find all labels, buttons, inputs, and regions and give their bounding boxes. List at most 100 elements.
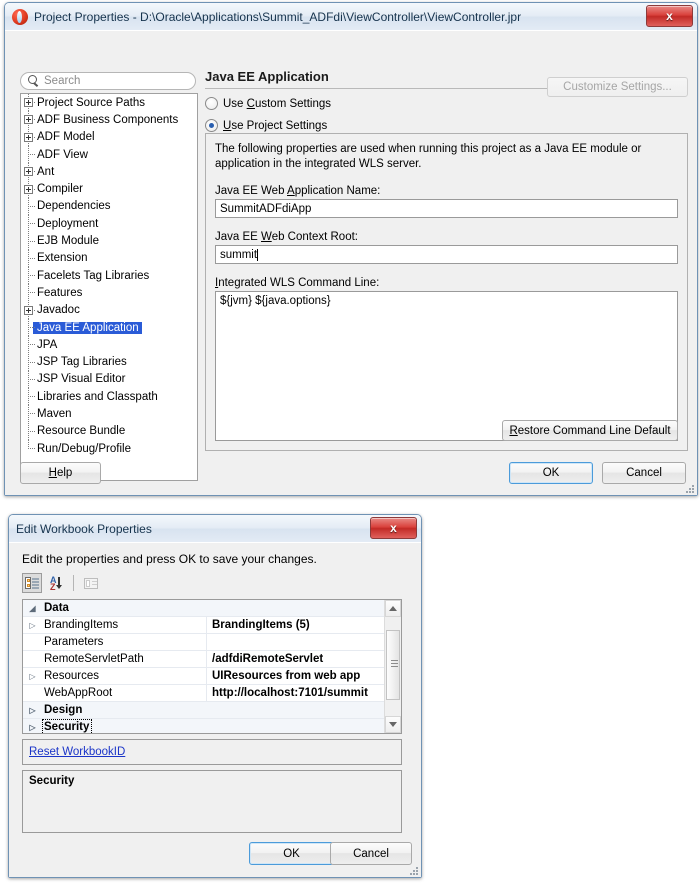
workbook-title: Edit Workbook Properties: [16, 521, 152, 536]
sidebar-item-jsp-visual-editor[interactable]: JSP Visual Editor: [21, 370, 197, 388]
expand-triangle-icon[interactable]: ▷: [23, 706, 42, 715]
sidebar-item-run-debug-profile[interactable]: Run/Debug/Profile: [21, 440, 197, 457]
sidebar-item-label: Dependencies: [37, 200, 111, 213]
reset-workbookid-bar: Reset WorkbookID: [22, 739, 402, 765]
sidebar-item-label: Libraries and Classpath: [37, 390, 158, 403]
sidebar-item-resource-bundle[interactable]: Resource Bundle: [21, 422, 197, 440]
workbook-ok-button[interactable]: OK: [249, 842, 334, 865]
property-value[interactable]: /adfdiRemoteServlet: [207, 653, 323, 665]
scroll-up-icon[interactable]: [385, 600, 401, 617]
property-grid-scrollbar[interactable]: [384, 600, 401, 733]
radio-custom-label: Use Custom Settings: [223, 97, 332, 110]
project-properties-titlebar: Project Properties - D:\Oracle\Applicati…: [5, 3, 697, 30]
workbook-titlebar: Edit Workbook Properties x: [9, 515, 421, 542]
property-row[interactable]: ▷ BrandingItems BrandingItems (5): [23, 617, 401, 634]
command-line-textarea[interactable]: ${jvm} ${java.options}: [215, 291, 678, 441]
expand-triangle-icon[interactable]: ▷: [23, 621, 42, 630]
restore-command-line-default-button[interactable]: Restore Command Line Default: [502, 420, 678, 441]
group-description: The following properties are used when r…: [215, 143, 642, 170]
sidebar-item-label: Ant: [37, 165, 55, 178]
expand-plus-icon[interactable]: [24, 132, 33, 142]
sidebar-item-java-ee-application[interactable]: Java EE Application: [21, 319, 197, 336]
property-value[interactable]: BrandingItems (5): [207, 619, 310, 631]
project-properties-dialog: Project Properties - D:\Oracle\Applicati…: [4, 2, 698, 496]
search-input[interactable]: Search: [20, 72, 196, 90]
expand-triangle-icon[interactable]: ▷: [23, 723, 42, 732]
tree-connector: [24, 267, 35, 285]
reset-workbookid-link[interactable]: Reset WorkbookID: [29, 746, 125, 758]
sidebar-item-jpa[interactable]: JPA: [21, 336, 197, 354]
property-name: Security: [42, 719, 93, 733]
sidebar-item-maven[interactable]: Maven: [21, 405, 197, 423]
customize-settings-button[interactable]: Customize Settings...: [547, 77, 688, 97]
sidebar-item-facelets-tag-libraries[interactable]: Facelets Tag Libraries: [21, 267, 197, 285]
expand-plus-icon[interactable]: [24, 115, 33, 125]
sidebar-item-features[interactable]: Features: [21, 284, 197, 302]
expand-plus-icon[interactable]: [24, 305, 33, 315]
workbook-cancel-button[interactable]: Cancel: [330, 842, 412, 865]
sidebar-item-libraries-and-classpath[interactable]: Libraries and Classpath: [21, 388, 197, 406]
sidebar-item-dependencies[interactable]: Dependencies: [21, 197, 197, 215]
property-name: WebAppRoot: [42, 685, 207, 701]
cancel-button[interactable]: Cancel: [602, 462, 686, 484]
sidebar-item-label: JSP Visual Editor: [37, 373, 126, 386]
resize-grip[interactable]: [683, 482, 694, 493]
sidebar-item-label: Features: [37, 286, 83, 299]
expand-triangle-icon[interactable]: ◢: [23, 604, 42, 613]
ok-button[interactable]: OK: [509, 462, 593, 484]
workbook-ok-label: OK: [283, 847, 300, 860]
property-row[interactable]: Parameters: [23, 634, 401, 651]
property-grid[interactable]: ◢ Data ▷ BrandingItems BrandingItems (5) Para…: [22, 599, 402, 734]
property-row[interactable]: ▷ Design: [23, 702, 401, 719]
radio-project-label: Use Project Settings: [223, 119, 328, 132]
radio-project-indicator[interactable]: [205, 119, 218, 132]
property-name: Design: [44, 704, 83, 716]
radio-use-project-settings[interactable]: Use Project Settings: [205, 118, 688, 133]
sidebar-item-javadoc[interactable]: Javadoc: [21, 301, 197, 319]
categorized-view-icon[interactable]: [22, 573, 42, 593]
sidebar-item-label: Deployment: [37, 217, 99, 230]
expand-plus-icon[interactable]: [24, 167, 33, 177]
property-row[interactable]: ▷ Resources UIResources from web app: [23, 668, 401, 685]
app-name-input[interactable]: SummitADFdiApp: [215, 199, 678, 218]
sidebar-item-label: Javadoc: [37, 304, 80, 317]
scroll-down-icon[interactable]: [385, 716, 401, 733]
property-row[interactable]: RemoteServletPath/adfdiRemoteServlet: [23, 651, 401, 668]
workbook-resize-grip[interactable]: [407, 864, 418, 875]
property-pages-icon[interactable]: [81, 573, 101, 593]
property-row[interactable]: ◢ Data: [23, 600, 401, 617]
expand-plus-icon[interactable]: [24, 98, 33, 108]
sidebar-item-adf-view[interactable]: ADF View: [21, 146, 197, 164]
close-icon[interactable]: x: [370, 517, 417, 539]
sidebar-item-adf-model[interactable]: ADF Model: [21, 128, 197, 146]
sidebar-item-ejb-module[interactable]: EJB Module: [21, 232, 197, 250]
context-root-label: Java EE Web Context Root:: [215, 231, 358, 243]
sidebar-item-deployment[interactable]: Deployment: [21, 215, 197, 233]
close-icon[interactable]: x: [646, 5, 693, 27]
sidebar-item-adf-business-components[interactable]: ADF Business Components: [21, 111, 197, 129]
tree-connector: [24, 440, 35, 457]
tree-connector: [24, 146, 35, 164]
property-row[interactable]: WebAppRoot http://localhost:7101/summit: [23, 685, 401, 702]
radio-use-custom-settings[interactable]: Use Custom Settings Customize Settings..…: [205, 77, 688, 111]
scrollbar-thumb[interactable]: [386, 630, 400, 700]
workbook-body: Edit the properties and press OK to save…: [9, 542, 421, 877]
expand-plus-icon[interactable]: [24, 184, 33, 194]
context-root-input[interactable]: summit: [215, 245, 678, 264]
toolbar-separator: [73, 575, 74, 591]
sidebar-item-jsp-tag-libraries[interactable]: JSP Tag Libraries: [21, 353, 197, 371]
sidebar-item-compiler[interactable]: Compiler: [21, 180, 197, 198]
sort-alphabetical-icon[interactable]: AZ: [46, 573, 66, 593]
property-row[interactable]: ▷ Security: [23, 719, 401, 733]
radio-custom-indicator[interactable]: [205, 97, 218, 110]
sidebar-item-project-source-paths[interactable]: Project Source Paths: [21, 94, 197, 112]
help-button[interactable]: Help: [20, 462, 101, 484]
property-value[interactable]: UIResources from web app: [207, 670, 360, 682]
settings-tree[interactable]: Project Source Paths ADF Business Compone…: [20, 93, 198, 481]
sidebar-item-label: Resource Bundle: [37, 425, 126, 438]
sidebar-item-ant[interactable]: Ant: [21, 163, 197, 181]
sidebar-item-extension[interactable]: Extension: [21, 249, 197, 267]
expand-triangle-icon[interactable]: ▷: [23, 672, 42, 681]
property-value[interactable]: http://localhost:7101/summit: [207, 687, 368, 699]
sidebar-item-label: Run/Debug/Profile: [37, 442, 131, 455]
